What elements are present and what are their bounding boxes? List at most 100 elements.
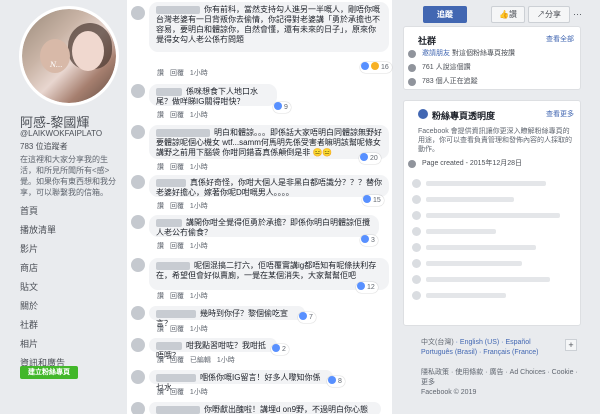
see-all-link[interactable]: 查看全部 — [546, 34, 574, 44]
nav-item-about[interactable]: 關於 — [20, 297, 120, 316]
reply-link[interactable]: 回覆 — [170, 389, 184, 396]
like-page-button[interactable]: 👍讚 — [491, 6, 525, 23]
more-languages-button[interactable]: + — [565, 339, 577, 351]
reaction-number: 7 — [309, 314, 313, 321]
commenter-avatar[interactable] — [131, 258, 145, 272]
reaction-count[interactable]: 7 — [298, 312, 316, 323]
language-option[interactable]: Español — [505, 339, 530, 346]
reaction-count[interactable]: 12 — [356, 282, 378, 293]
comment-bubble: 呢個混搞二打六，佢唔覆實講ig都唔知有呢條扶利存在，希望但會好似賣廁，一覺在某個… — [149, 258, 389, 290]
nav-item-playlists[interactable]: 播放清單 — [20, 221, 120, 240]
reaction-count[interactable]: 20 — [359, 153, 381, 164]
like-link[interactable]: 讚 — [157, 293, 164, 300]
share-button[interactable]: ↗分享 — [528, 6, 570, 23]
commenter-avatar[interactable] — [131, 402, 145, 414]
reaction-count[interactable]: 2 — [271, 344, 289, 355]
reaction-number: 9 — [284, 104, 288, 111]
page-sidebar: N... 阿感-黎國輝 @LAIKWOKFAIPLATO 783 位追蹤者 在這… — [0, 0, 122, 414]
commenter-name[interactable] — [156, 405, 200, 414]
add-friend-icon — [408, 50, 416, 58]
create-page-button[interactable]: 建立粉絲專頁 — [20, 366, 78, 379]
like-label: 讚 — [508, 10, 517, 19]
invite-friends-link[interactable]: 邀請朋友 — [422, 50, 450, 57]
reply-link[interactable]: 回覆 — [170, 112, 184, 119]
reply-link[interactable]: 回覆 — [170, 164, 184, 171]
follows-count[interactable]: 783 個人正在追蹤 — [422, 78, 478, 85]
reaction-count[interactable]: 9 — [273, 102, 291, 113]
like-link[interactable]: 讚 — [157, 357, 164, 364]
commenter-avatar[interactable] — [131, 338, 145, 352]
invite-friends-row: 邀請朋友 對這個粉絲專頁按讚 — [404, 47, 580, 61]
commenter-name[interactable] — [156, 261, 190, 270]
reaction-count[interactable]: 16 — [360, 62, 392, 73]
commenter-name[interactable] — [156, 128, 210, 137]
reaction-count[interactable]: 15 — [362, 195, 384, 206]
commenter-name[interactable] — [156, 87, 182, 96]
comment-bubble: 你嘢獻出醜啦！講埋d on9野，不過明白你心態 — [149, 402, 381, 414]
follow-button[interactable]: 追蹤 — [423, 6, 467, 23]
reply-link[interactable]: 回覆 — [170, 70, 184, 77]
more-options-button[interactable]: ··· — [573, 6, 582, 23]
comment-time[interactable]: 1小時 — [190, 389, 208, 396]
reply-link[interactable]: 回覆 — [170, 293, 184, 300]
comments-panel: 你有前科，當然支持勾人進另一半嘅人，剛唔你嘅台灣老婆有一日背叛你去偷情，你記得對… — [127, 0, 392, 414]
like-link[interactable]: 讚 — [157, 112, 164, 119]
nav-item-home[interactable]: 首頁 — [20, 202, 120, 221]
commenter-avatar[interactable] — [131, 175, 145, 189]
likes-count[interactable]: 761 人說這個讚 — [422, 64, 471, 71]
like-link[interactable]: 讚 — [157, 203, 164, 210]
commenter-avatar[interactable] — [131, 6, 145, 20]
page-avatar[interactable]: N... — [19, 6, 119, 106]
commenter-avatar[interactable] — [131, 306, 145, 320]
comment-time[interactable]: 1小時 — [190, 243, 208, 250]
commenter-name[interactable] — [156, 5, 200, 14]
page-handle[interactable]: @LAIKWOKFAIPLATO — [20, 129, 102, 138]
reply-link[interactable]: 回覆 — [170, 326, 184, 333]
community-card: 社群 查看全部 邀請朋友 對這個粉絲專頁按讚 761 人說這個讚 783 個人正… — [403, 26, 581, 90]
nav-item-posts[interactable]: 貼文 — [20, 278, 120, 297]
reaction-count[interactable]: 8 — [327, 376, 345, 387]
reaction-count[interactable]: 3 — [360, 235, 378, 246]
reply-link[interactable]: 回覆 — [170, 243, 184, 250]
footer-links[interactable]: 隱私政策 · 使用條款 · 廣告 · Ad Choices · Cookie ·… — [421, 368, 581, 388]
like-link[interactable]: 讚 — [157, 243, 164, 250]
comment-time[interactable]: 1小時 — [190, 70, 208, 77]
comment-time[interactable]: 1小時 — [190, 164, 208, 171]
current-language: 中文(台灣) — [421, 339, 454, 346]
nav-item-photos[interactable]: 相片 — [20, 335, 120, 354]
reply-link[interactable]: 回覆 — [170, 357, 184, 364]
edited-label: 已編輯 — [189, 357, 211, 364]
community-title: 社群 — [418, 36, 437, 46]
nav-item-videos[interactable]: 影片 — [20, 240, 120, 259]
language-option[interactable]: Français (France) — [483, 349, 538, 356]
like-link[interactable]: 讚 — [157, 389, 164, 396]
transparency-title: 粉絲專頁透明度 — [432, 111, 496, 121]
see-more-link[interactable]: 查看更多 — [546, 109, 574, 119]
language-option[interactable]: Português (Brasil) — [421, 349, 477, 356]
language-option[interactable]: English (US) — [460, 339, 499, 346]
commenter-avatar[interactable] — [131, 370, 145, 384]
reply-link[interactable]: 回覆 — [170, 203, 184, 210]
comment-time[interactable]: 1小時 — [190, 112, 208, 119]
nav-item-shop[interactable]: 商店 — [20, 259, 120, 278]
page-nav: 首頁 播放清單 影片 商店 貼文 關於 社群 相片 資訊和廣告 — [20, 202, 120, 373]
reaction-number: 8 — [338, 378, 342, 385]
comment-time[interactable]: 1小時 — [217, 357, 235, 364]
commenter-name[interactable] — [156, 178, 186, 187]
commenter-avatar[interactable] — [131, 125, 145, 139]
language-selector: 中文(台灣) · English (US) · Español Portuguê… — [421, 339, 539, 356]
like-link[interactable]: 讚 — [157, 326, 164, 333]
like-link[interactable]: 讚 — [157, 70, 164, 77]
commenter-name[interactable] — [156, 341, 182, 350]
commenter-name[interactable] — [156, 373, 196, 382]
comment-time[interactable]: 1小時 — [190, 203, 208, 210]
comment-time[interactable]: 1小時 — [190, 326, 208, 333]
commenter-name[interactable] — [156, 218, 182, 227]
commenter-avatar[interactable] — [131, 84, 145, 98]
commenter-name[interactable] — [156, 309, 196, 318]
comment-bubble: 係咪想食下人地口水尾？做咩睇IG關得咁快？ — [149, 84, 277, 106]
nav-item-community[interactable]: 社群 — [20, 316, 120, 335]
like-link[interactable]: 讚 — [157, 164, 164, 171]
comment-time[interactable]: 1小時 — [190, 293, 208, 300]
commenter-avatar[interactable] — [131, 215, 145, 229]
